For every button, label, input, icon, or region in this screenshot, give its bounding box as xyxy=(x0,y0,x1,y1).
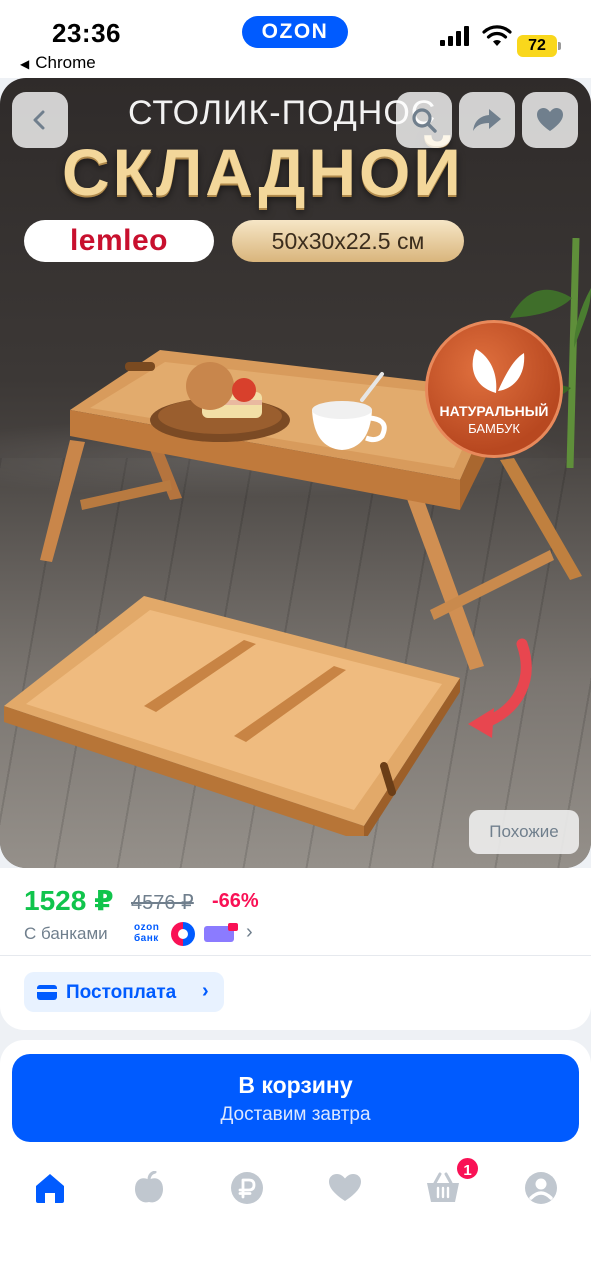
postpay-label: Постоплата xyxy=(66,982,177,1003)
chevron-right-icon: › xyxy=(202,980,209,1002)
status-bar: 23:36 ◀ Chrome OZON 72 xyxy=(0,0,591,78)
heart-icon xyxy=(329,1174,361,1201)
wallet-icon xyxy=(37,985,57,1000)
ozon-bank-logo: ozon банк xyxy=(134,922,159,944)
product-image[interactable]: СТОЛИК-ПОДНОС СКЛАДНОЙ lemleo 50x30x22.5… xyxy=(0,78,591,868)
add-to-cart-label: В корзину xyxy=(238,1072,353,1098)
bank-offer-label[interactable]: С банками xyxy=(24,924,108,944)
curved-arrow-icon xyxy=(468,638,532,738)
apple-icon xyxy=(135,1171,163,1203)
tab-profile[interactable] xyxy=(519,1166,563,1210)
share-icon xyxy=(473,109,501,131)
tab-fresh[interactable] xyxy=(127,1166,171,1210)
favorite-button[interactable] xyxy=(522,92,578,148)
bank-circle-logo xyxy=(171,922,195,946)
leaf-icon xyxy=(472,349,525,393)
wifi-icon xyxy=(482,25,512,46)
share-button[interactable] xyxy=(459,92,515,148)
ozon-bank-line1: ozon xyxy=(134,922,160,933)
back-button[interactable] xyxy=(12,92,68,148)
back-icon xyxy=(33,110,45,130)
delivery-sublabel: Доставим завтра xyxy=(220,1104,371,1125)
battery-tip xyxy=(558,42,561,50)
search-button[interactable] xyxy=(396,92,452,148)
tab-favorites[interactable] xyxy=(323,1166,367,1210)
back-app-label: Chrome xyxy=(35,53,96,72)
brand-logo: lemleo xyxy=(24,220,214,262)
cellular-signal-icon xyxy=(440,26,470,46)
profile-icon xyxy=(525,1172,557,1204)
badge-line1: НАТУРАЛЬНЫЙ xyxy=(439,403,549,419)
tab-finance[interactable] xyxy=(225,1166,269,1210)
ruble-icon xyxy=(231,1172,263,1204)
divider xyxy=(0,955,591,956)
badge-line2: БАМБУК xyxy=(468,421,520,436)
add-to-cart-button[interactable]: В корзину Доставим завтра xyxy=(12,1054,579,1142)
size-label: 50x30x22.5 см xyxy=(232,220,464,262)
folded-tray-illustration xyxy=(4,596,460,836)
price-card: 1528 ₽ 4576 ₽ -66% С банками ozon банк ›… xyxy=(0,868,591,1030)
bottom-sheet: В корзину Доставим завтра xyxy=(0,1040,591,1280)
app-pill: OZON xyxy=(242,16,348,48)
back-triangle-icon: ◀ xyxy=(20,57,30,71)
home-icon xyxy=(36,1174,64,1203)
natural-bamboo-badge: НАТУРАЛЬНЫЙ БАМБУК xyxy=(425,320,563,458)
heart-icon xyxy=(537,108,563,131)
old-price: 4576 ₽ xyxy=(131,892,194,914)
current-price: 1528 ₽ xyxy=(24,885,114,916)
basket-icon xyxy=(427,1172,459,1202)
chevron-right-icon[interactable]: › xyxy=(246,921,253,944)
search-icon xyxy=(412,108,437,133)
back-to-app-link[interactable]: ◀ Chrome xyxy=(20,53,96,73)
tab-home[interactable] xyxy=(28,1166,72,1210)
hero-title-top: СТОЛИК-ПОДНОС xyxy=(128,94,437,132)
status-time: 23:36 xyxy=(52,18,121,48)
ozon-bank-line2: банк xyxy=(134,933,159,944)
bank-card-logo xyxy=(204,923,238,942)
cart-count-badge: 1 xyxy=(455,1156,480,1181)
battery-indicator: 72 xyxy=(517,35,557,57)
similar-button[interactable]: Похожие xyxy=(469,810,579,854)
discount-badge: -66% xyxy=(212,890,259,912)
postpay-chip[interactable]: Постоплата › xyxy=(24,972,224,1012)
